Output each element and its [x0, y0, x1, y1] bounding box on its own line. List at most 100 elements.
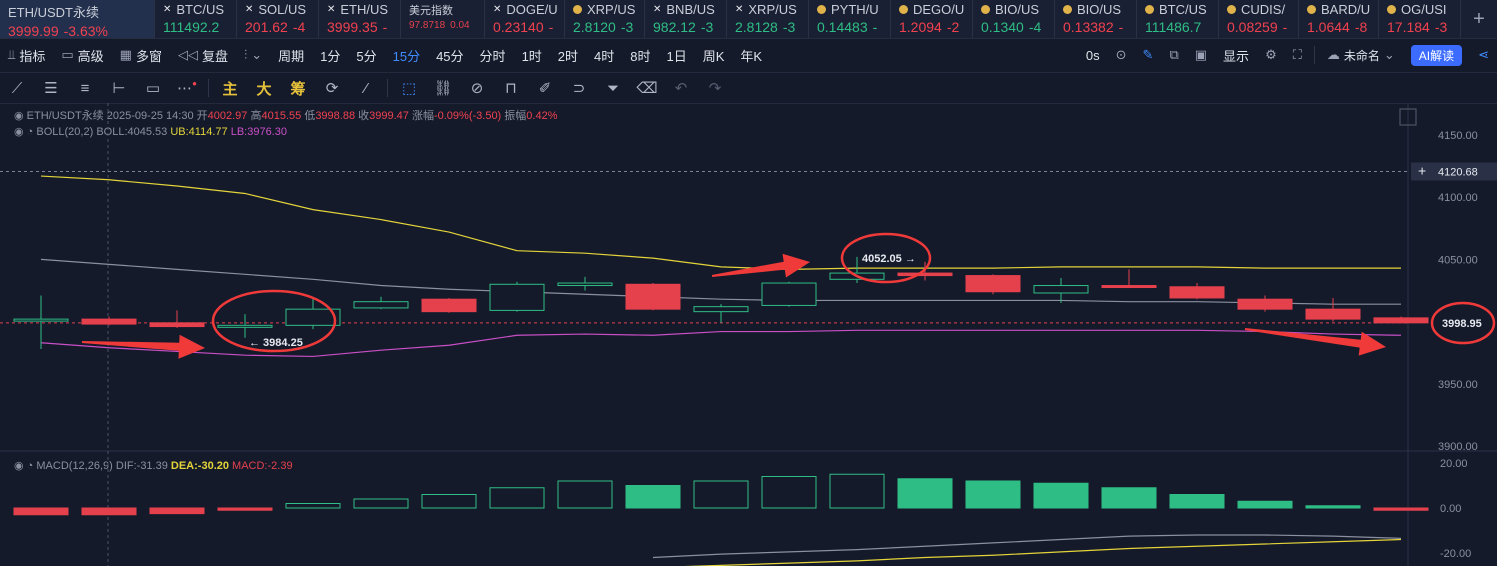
ticker-tab[interactable]: ✕ DOGE/U 0.23140- — [485, 0, 565, 38]
macd-bar — [285, 503, 341, 509]
camera-icon[interactable]: ⊙ — [1108, 47, 1135, 63]
interval-10[interactable]: 周K — [695, 46, 733, 65]
drawing-toolbar: ⟋ ☰ ≡ ⊢ ▭ ⋯● 主 大 筹 ⟳ ⁄ ⬚ ⛓ ⊘ ⊓ ✐ ⊃ ⏷ ⌫ ↶… — [0, 72, 1497, 104]
fullscreen-icon[interactable]: ⛶ — [1285, 47, 1310, 63]
ticker-tab[interactable]: ✕ XRP/US 2.8128 -3 — [727, 0, 809, 38]
indicator-button[interactable]: ⫫ 指标 — [0, 46, 53, 65]
interval-2[interactable]: 15分 — [385, 46, 428, 65]
rectangle-icon[interactable]: ▭ — [136, 79, 170, 97]
ticker-name: ✕ ETH/US — [327, 2, 389, 17]
ticker-tab[interactable]: BTC/US 111486.7 — [1137, 0, 1219, 38]
ticker-tab[interactable]: ETH/USDT永续 3999.99 -3.63% — [0, 0, 155, 38]
macd-bar — [149, 507, 205, 515]
advanced-button[interactable]: ▭ 高级 — [53, 46, 111, 65]
price-tick-label: 4050.00 — [1438, 254, 1478, 266]
undo-icon[interactable]: ↶ — [664, 79, 698, 97]
ticker-tab[interactable]: OG/USI 17.184 -3 — [1379, 0, 1461, 38]
ticker-name: BIO/US — [981, 2, 1054, 17]
ruler-icon[interactable]: ⊘ — [460, 79, 494, 97]
last-price-label: 3998.95 — [1442, 318, 1482, 330]
macd-bar — [965, 480, 1021, 509]
sync-icon[interactable]: ⟳ — [315, 79, 349, 97]
filter-icon[interactable]: ⏷ — [596, 80, 630, 97]
ticker-tab[interactable]: 美元指数 97.8718 0.04 — [401, 0, 485, 38]
ai-read-button[interactable]: AI解读 — [1403, 44, 1470, 66]
ticker-tab[interactable]: ✕ BTC/US 111492.2 — [155, 0, 237, 38]
ticker-tab[interactable]: XRP/US 2.8120 -3 — [565, 0, 645, 38]
interval-11[interactable]: 年K — [732, 46, 770, 65]
brush-icon[interactable]: ⁄ — [349, 80, 383, 97]
add-tab-icon[interactable]: + — [1461, 0, 1497, 38]
share-icon[interactable]: ⋖ — [1470, 47, 1497, 63]
ticker-name: 美元指数 — [409, 5, 453, 17]
boll-ub-line — [40, 175, 1401, 270]
coin-icon — [817, 5, 826, 14]
multi-window-button[interactable]: ▦ 多窗 — [112, 46, 170, 65]
ticker-tab[interactable]: PYTH/U 0.14483- — [809, 0, 891, 38]
ticker-price: 2.8128 -3 — [735, 19, 796, 35]
candles-icon: ⫶ — [243, 47, 248, 62]
arrow-shape — [711, 253, 810, 278]
interval-9[interactable]: 1日 — [659, 46, 695, 65]
price-chart[interactable]: 3900.003950.004000.004050.004100.004150.… — [0, 103, 1497, 566]
interval-7[interactable]: 4时 — [586, 46, 622, 65]
ticker-price: 201.62 -4 — [245, 19, 306, 35]
ticker-tab[interactable]: DEGO/U 1.2094 -2 — [891, 0, 973, 38]
interval-3[interactable]: 45分 — [428, 46, 471, 65]
price-tick-label: 3950.00 — [1438, 379, 1478, 391]
ticker-price: 0.1340 -4 — [981, 19, 1042, 35]
main-chart-toggle[interactable]: 主 — [213, 78, 247, 99]
ticker-price: 982.12 -3 — [653, 19, 714, 35]
select-icon[interactable]: ⬚ — [392, 79, 426, 97]
lock-icon[interactable]: ⊓ — [494, 79, 528, 97]
interval-6[interactable]: 2时 — [550, 46, 586, 65]
ticker-tab[interactable]: BIO/US 0.13382- — [1055, 0, 1137, 38]
settings-icon[interactable]: ⚙ — [1257, 47, 1285, 63]
more-icon[interactable]: ⋯● — [170, 79, 204, 97]
redo-icon[interactable]: ↷ — [698, 79, 732, 97]
layout-name-select[interactable]: ☁ 未命名 ⌄ — [1319, 47, 1403, 64]
period-button[interactable]: 周期 — [270, 46, 312, 65]
interval-5[interactable]: 1时 — [514, 46, 550, 65]
parallel-lines-icon[interactable]: ☰ — [34, 79, 68, 97]
layout-icon[interactable]: ▣ — [1187, 47, 1215, 63]
macd-bar — [489, 487, 545, 509]
chip-toggle[interactable]: 筹 — [281, 78, 315, 99]
link-icon[interactable]: ⛓ — [426, 79, 460, 97]
divider — [208, 79, 209, 97]
macd-bar — [13, 507, 69, 516]
macd-bar — [1169, 494, 1225, 509]
ticker-price: 97.8718 0.04 — [409, 20, 470, 31]
ticker-name: ✕ SOL/US — [245, 2, 307, 17]
exchange-icon: ✕ — [163, 4, 172, 15]
candle-body — [13, 318, 69, 322]
horizontal-line-icon[interactable]: ⊢ — [102, 79, 136, 97]
trendline-icon[interactable]: ⟋ — [0, 80, 34, 97]
coin-icon — [1227, 5, 1236, 14]
popout-icon[interactable]: ⧉ — [1161, 47, 1186, 63]
price-tick-label: 4100.00 — [1438, 192, 1478, 204]
edit-icon[interactable]: ✐ — [528, 79, 562, 97]
interval-0[interactable]: 1分 — [312, 46, 348, 65]
ticker-name: ✕ BNB/US — [653, 2, 715, 17]
magnet-icon[interactable]: ⊃ — [562, 79, 596, 97]
interval-8[interactable]: 8时 — [622, 46, 658, 65]
ticker-tab[interactable]: BIO/US 0.1340 -4 — [973, 0, 1055, 38]
candle-body — [1033, 285, 1089, 294]
pen-icon[interactable]: ✎ — [1135, 47, 1162, 63]
large-order-toggle[interactable]: 大 — [247, 78, 281, 99]
display-button[interactable]: 显示 — [1215, 46, 1257, 65]
macd-bar — [557, 480, 613, 509]
ticker-tab[interactable]: ✕ ETH/US 3999.35- — [319, 0, 401, 38]
interval-4[interactable]: 分时 — [472, 46, 514, 65]
fib-lines-icon[interactable]: ≡ — [68, 80, 102, 97]
ticker-tab[interactable]: ✕ BNB/US 982.12 -3 — [645, 0, 727, 38]
replay-button[interactable]: ◁◁ 复盘 — [170, 46, 236, 65]
candle-body — [1237, 298, 1293, 310]
ticker-tab[interactable]: CUDIS/0.08259- — [1219, 0, 1299, 38]
ticker-tab[interactable]: ✕ SOL/US 201.62 -4 — [237, 0, 319, 38]
trash-icon[interactable]: ⌫ — [630, 79, 664, 97]
interval-1[interactable]: 5分 — [348, 46, 384, 65]
chart-type-button[interactable]: ⫶ ⌄ — [236, 47, 270, 63]
ticker-tab[interactable]: BARD/U 1.0644 -8 — [1299, 0, 1379, 38]
